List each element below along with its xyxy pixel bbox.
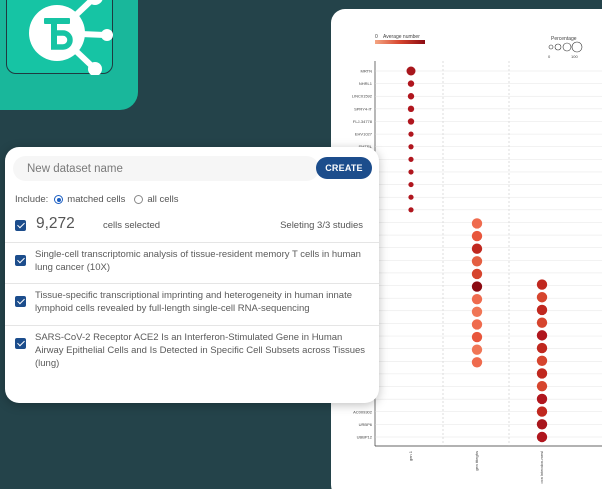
size-legend-circle xyxy=(562,42,572,52)
column-label: gen 1 xyxy=(408,450,413,461)
size-legend-circle xyxy=(554,43,562,51)
size-legend-max: 100 xyxy=(571,54,578,59)
dot xyxy=(536,406,548,417)
size-legend-circle xyxy=(548,44,554,50)
study-item[interactable]: SARS-CoV-2 Receptor ACE2 Is an Interfero… xyxy=(5,325,379,369)
gene-label: SPRY4-IT xyxy=(354,106,372,111)
dot xyxy=(407,80,415,87)
dot xyxy=(408,169,414,175)
dot xyxy=(536,355,548,366)
dot xyxy=(536,368,548,379)
gene-label: UBBP12 xyxy=(357,435,373,440)
dot xyxy=(408,156,414,162)
gene-label: LINC01592 xyxy=(352,94,373,99)
create-button[interactable]: CREATE xyxy=(316,157,372,179)
dot xyxy=(471,218,483,229)
dot xyxy=(471,281,483,292)
include-label: Include: xyxy=(15,194,49,205)
study-checkbox[interactable] xyxy=(15,255,26,266)
colorbar-min-label: 0 xyxy=(375,34,378,40)
gene-label: NHRL1 xyxy=(359,81,373,86)
dot xyxy=(471,357,483,368)
dot xyxy=(408,207,414,213)
dataset-panel: CREATE Include: matched cells all cells … xyxy=(5,147,379,403)
tb-network-logo-icon xyxy=(29,0,113,76)
gene-label: URBP6 xyxy=(359,422,373,427)
dot xyxy=(408,194,414,200)
dot xyxy=(407,93,415,100)
select-all-checkbox[interactable] xyxy=(15,220,26,231)
matched-cells-label[interactable]: matched cells xyxy=(67,194,125,205)
size-legend-circle xyxy=(571,41,583,53)
size-legend-min: 0 xyxy=(548,54,551,59)
dot xyxy=(407,105,415,113)
dot xyxy=(536,393,548,405)
study-checkbox[interactable] xyxy=(15,338,26,349)
size-legend-title: Percentage xyxy=(551,36,577,42)
dot xyxy=(536,380,548,392)
dot xyxy=(536,292,548,303)
study-title: Single-cell transcriptomic analysis of t… xyxy=(35,249,361,273)
dot xyxy=(407,118,415,125)
dot xyxy=(408,181,414,188)
dot xyxy=(471,344,483,355)
dataset-name-input[interactable] xyxy=(13,156,319,181)
dot xyxy=(536,342,548,354)
dot xyxy=(536,330,548,341)
dot xyxy=(536,419,548,430)
dot xyxy=(471,268,483,280)
dot xyxy=(408,144,414,150)
logo-card: - - → xyxy=(0,0,138,110)
dot xyxy=(406,66,416,76)
study-checkbox[interactable] xyxy=(15,296,26,307)
gene-label: MRTN xyxy=(361,69,373,74)
all-cells-radio[interactable] xyxy=(134,195,144,204)
study-item[interactable]: Tissue-specific transcriptional imprinti… xyxy=(5,283,379,323)
dot xyxy=(536,431,548,443)
column-label: gen ttteghs xyxy=(474,451,479,471)
dot xyxy=(471,293,483,305)
logo-tile[interactable] xyxy=(6,0,113,76)
dot xyxy=(536,304,548,316)
gene-label: AC009302 xyxy=(353,409,373,414)
matched-cells-radio[interactable] xyxy=(54,195,64,204)
dot xyxy=(536,279,548,290)
gene-label: FLJ-34778 xyxy=(353,119,373,124)
colorbar xyxy=(375,40,425,44)
all-cells-label[interactable]: all cells xyxy=(147,194,178,205)
study-title: Tissue-specific transcriptional imprinti… xyxy=(35,290,353,314)
study-title: SARS-CoV-2 Receptor ACE2 Is an Interfero… xyxy=(35,332,366,369)
column-label: ocn lnteodcn-mesl xyxy=(539,451,544,484)
study-item[interactable]: Single-cell transcriptomic analysis of t… xyxy=(5,242,379,280)
gene-label: EHV1027 xyxy=(355,132,373,137)
cell-count: 9,272 xyxy=(36,215,75,232)
dot xyxy=(471,243,483,254)
colorbar-title: Average number xyxy=(383,34,420,40)
dot xyxy=(471,230,483,242)
dot xyxy=(471,319,483,330)
studies-selected-label: Seleting 3/3 studies xyxy=(280,220,363,231)
cells-selected-label: cells selected xyxy=(103,220,161,231)
dataset-header: CREATE xyxy=(5,147,379,187)
dot xyxy=(536,317,548,328)
dot xyxy=(471,256,483,267)
dot xyxy=(471,331,483,343)
selection-summary: 9,272 cells selected Seleting 3/3 studie… xyxy=(15,215,373,237)
dot xyxy=(408,131,414,137)
include-options: Include: matched cells all cells xyxy=(15,194,179,205)
dot xyxy=(471,306,483,317)
